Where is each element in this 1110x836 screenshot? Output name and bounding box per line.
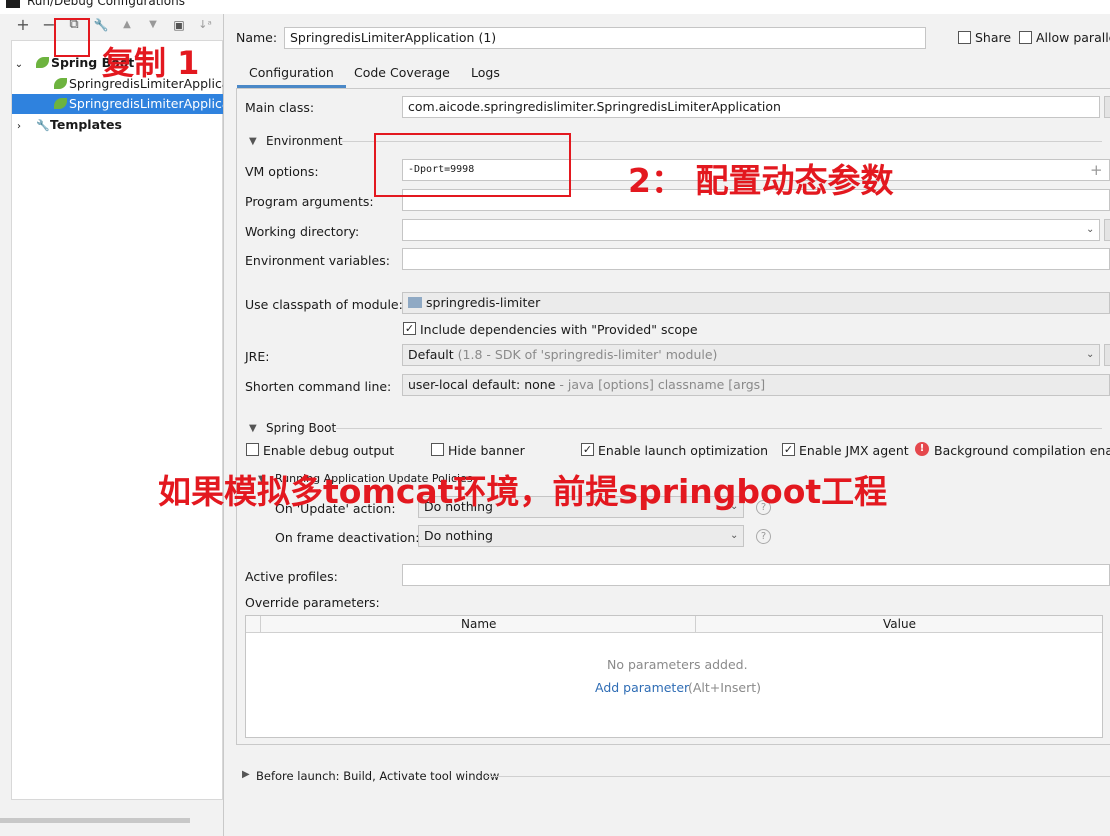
- spring-boot-icon: [35, 57, 49, 68]
- section-divider: [486, 776, 1110, 777]
- annotation-vm-options: 2： 配置动态参数: [628, 161, 894, 200]
- env-vars-label: Environment variables:: [245, 253, 390, 268]
- shorten-cmd-value: user-local default: none: [408, 377, 556, 392]
- tree-group-label: Templates: [49, 117, 122, 132]
- shorten-cmd-label: Shorten command line:: [245, 379, 392, 394]
- tab-configuration[interactable]: Configuration: [237, 60, 346, 88]
- debug-output-checkbox[interactable]: [246, 443, 259, 456]
- spring-boot-collapse-icon[interactable]: ▼: [249, 423, 257, 434]
- launch-opt-checkbox[interactable]: ✓: [581, 443, 594, 456]
- share-label: Share: [975, 30, 1012, 45]
- jmx-agent-label: Enable JMX agent: [799, 443, 909, 458]
- tree-item-config-2[interactable]: SpringredisLimiterApplication (1): [12, 94, 223, 114]
- browse-main-class-button[interactable]: [1104, 96, 1110, 118]
- hide-banner-checkbox[interactable]: [431, 443, 444, 456]
- classpath-value: springredis-limiter: [426, 295, 541, 310]
- edit-defaults-button[interactable]: 🔧: [92, 16, 110, 34]
- active-profiles-label: Active profiles:: [245, 569, 338, 584]
- add-parameter-shortcut: (Alt+Insert): [688, 680, 762, 695]
- annotation-box-vm: [374, 133, 571, 197]
- before-launch-expand-icon[interactable]: ▶: [242, 769, 250, 780]
- name-label: Name:: [236, 30, 278, 45]
- jre-value: Default: [408, 347, 454, 362]
- module-folder-icon: [408, 297, 422, 308]
- debug-output-label: Enable debug output: [263, 443, 395, 458]
- override-params-table: [245, 615, 1103, 738]
- allow-parallel-label: Allow parallel run: [1036, 30, 1110, 45]
- include-deps-checkbox[interactable]: ✓: [403, 322, 416, 335]
- before-launch-label[interactable]: Before launch: Build, Activate tool wind…: [256, 769, 499, 783]
- active-profiles-input[interactable]: [402, 564, 1110, 586]
- shorten-cmd-select[interactable]: user-local default: none - java [options…: [402, 374, 1110, 396]
- column-separator: [695, 616, 696, 633]
- classpath-label: Use classpath of module:: [245, 297, 403, 312]
- move-down-button[interactable]: ▼: [144, 16, 162, 34]
- annotation-tomcat: 如果模拟多tomcat环境，前提springboot工程: [158, 472, 888, 511]
- name-input[interactable]: SpringredisLimiterApplication (1): [284, 27, 926, 49]
- expand-chevron-icon[interactable]: ⌄: [12, 55, 26, 73]
- horizontal-scrollbar[interactable]: [0, 818, 190, 823]
- vm-options-label: VM options:: [245, 164, 319, 179]
- title-bar: Run/Debug Configurations: [0, 0, 1110, 14]
- add-config-button[interactable]: +: [14, 16, 32, 34]
- browse-working-dir-button[interactable]: [1104, 219, 1110, 241]
- expand-field-icon[interactable]: +: [1090, 161, 1103, 179]
- tree-group-templates[interactable]: › 🔧Templates: [12, 115, 223, 135]
- empty-table-text: No parameters added.: [607, 657, 748, 672]
- browse-jre-button[interactable]: [1104, 344, 1110, 366]
- on-frame-label: On frame deactivation:: [275, 530, 420, 545]
- working-dir-input[interactable]: [402, 219, 1100, 241]
- help-icon[interactable]: ?: [756, 529, 771, 544]
- launch-opt-label: Enable launch optimization: [598, 443, 769, 458]
- jmx-agent-checkbox[interactable]: ✓: [782, 443, 795, 456]
- annotation-box-copy: [54, 18, 90, 57]
- warning-icon: !: [915, 442, 929, 456]
- main-class-input[interactable]: com.aicode.springredislimiter.Springredi…: [402, 96, 1100, 118]
- environment-section-title: Environment: [266, 134, 343, 148]
- collapse-chevron-icon[interactable]: ›: [12, 117, 26, 135]
- allow-parallel-checkbox[interactable]: [1019, 31, 1032, 44]
- table-header: Name Value: [246, 616, 1102, 633]
- main-class-label: Main class:: [245, 100, 315, 115]
- jre-select[interactable]: Default (1.8 - SDK of 'springredis-limit…: [402, 344, 1100, 366]
- window-title: Run/Debug Configurations: [27, 0, 185, 8]
- section-divider: [336, 428, 1102, 429]
- tab-code-coverage[interactable]: Code Coverage: [354, 60, 450, 88]
- shorten-cmd-hint: - java [options] classname [args]: [559, 377, 766, 392]
- jre-label: JRE:: [245, 349, 270, 364]
- new-folder-button[interactable]: ▣: [170, 16, 188, 34]
- column-header-value[interactable]: Value: [883, 617, 916, 631]
- move-up-button[interactable]: ▲: [118, 16, 136, 34]
- bg-compilation-label: Background compilation enabled: [934, 443, 1110, 458]
- chevron-down-icon[interactable]: ⌄: [1086, 224, 1094, 235]
- on-frame-select[interactable]: Do nothing: [418, 525, 744, 547]
- add-parameter-link[interactable]: Add parameter: [595, 680, 689, 695]
- wrench-icon: 🔧: [35, 119, 50, 132]
- program-args-label: Program arguments:: [245, 194, 374, 209]
- tab-logs[interactable]: Logs: [471, 60, 500, 88]
- share-checkbox[interactable]: [958, 31, 971, 44]
- working-dir-label: Working directory:: [245, 224, 360, 239]
- chevron-down-icon[interactable]: ⌄: [1086, 349, 1094, 360]
- spring-boot-icon: [54, 98, 67, 109]
- env-vars-input[interactable]: [402, 248, 1110, 270]
- column-separator: [260, 616, 261, 633]
- tree-item-label: SpringredisLimiterApplication (1): [69, 96, 223, 111]
- intellij-icon: [6, 0, 20, 8]
- include-deps-label: Include dependencies with "Provided" sco…: [420, 322, 698, 337]
- override-params-label: Override parameters:: [245, 595, 380, 610]
- sort-button[interactable]: ↓ᵃ: [196, 16, 214, 34]
- spring-boot-icon: [54, 78, 67, 89]
- chevron-down-icon[interactable]: ⌄: [730, 530, 738, 541]
- environment-collapse-icon[interactable]: ▼: [249, 136, 257, 147]
- hide-banner-label: Hide banner: [448, 443, 525, 458]
- classpath-select[interactable]: springredis-limiter: [402, 292, 1110, 314]
- jre-hint: (1.8 - SDK of 'springredis-limiter' modu…: [457, 347, 718, 362]
- annotation-copy: 复制 1: [102, 44, 200, 82]
- spring-boot-section-title: Spring Boot: [266, 421, 337, 435]
- config-tree: ⌄ Spring Boot SpringredisLimiterApplicat…: [11, 40, 223, 800]
- column-header-name[interactable]: Name: [461, 617, 496, 631]
